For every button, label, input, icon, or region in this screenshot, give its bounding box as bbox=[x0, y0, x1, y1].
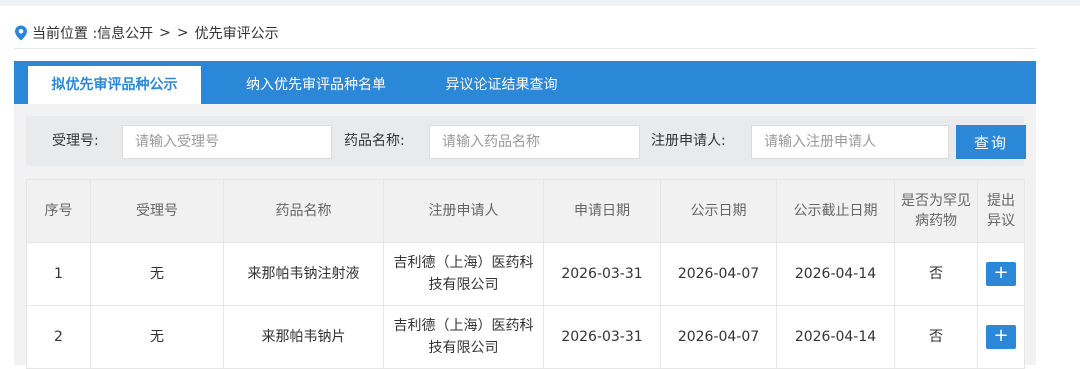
table-header-row: 序号 受理号 药品名称 注册申请人 申请日期 公示日期 公示截止日期 是否为罕见… bbox=[26, 179, 1025, 243]
location-pin-icon bbox=[14, 25, 28, 41]
results-table: 序号 受理号 药品名称 注册申请人 申请日期 公示日期 公示截止日期 是否为罕见… bbox=[26, 179, 1025, 369]
cell-publicity-date: 2026-04-07 bbox=[660, 242, 777, 306]
drug-name-input[interactable] bbox=[429, 125, 640, 159]
breadcrumb-label: 当前位置 : bbox=[32, 26, 98, 42]
breadcrumb-separator: > bbox=[176, 25, 189, 41]
col-header-applicant: 注册申请人 bbox=[383, 179, 544, 243]
cell-applicant: 吉利德（上海）医药科技有限公司 bbox=[383, 242, 544, 306]
cell-drug-name: 来那帕韦钠注射液 bbox=[223, 242, 384, 306]
breadcrumb-separator: > bbox=[159, 25, 171, 41]
applicant-label: 注册申请人: bbox=[651, 133, 726, 149]
col-header-publicity-deadline: 公示截止日期 bbox=[776, 179, 895, 243]
query-button[interactable]: 查询 bbox=[956, 125, 1026, 159]
col-header-publicity-date: 公示日期 bbox=[660, 179, 777, 243]
tab-bar: 拟优先审评品种公示 纳入优先审评品种名单 异议论证结果查询 bbox=[14, 61, 1036, 104]
cell-index: 1 bbox=[26, 242, 91, 306]
cell-index: 2 bbox=[26, 305, 91, 369]
results-table-wrap: 序号 受理号 药品名称 注册申请人 申请日期 公示日期 公示截止日期 是否为罕见… bbox=[26, 179, 1025, 369]
table-row: 2 无 来那帕韦钠片 吉利德（上海）医药科技有限公司 2026-03-31 20… bbox=[26, 305, 1025, 369]
cell-publicity-date: 2026-04-07 bbox=[660, 305, 777, 369]
search-bar: 受理号: 药品名称: 注册申请人: 查询 bbox=[26, 116, 1026, 166]
tab-proposed-priority-review[interactable]: 拟优先审评品种公示 bbox=[28, 66, 201, 104]
accept-number-label: 受理号: bbox=[52, 133, 99, 149]
divider bbox=[14, 48, 1036, 49]
add-objection-button[interactable]: + bbox=[986, 262, 1016, 286]
col-header-accept-number: 受理号 bbox=[90, 179, 224, 243]
top-band bbox=[0, 0, 1080, 6]
col-header-objection: 提出异议 bbox=[977, 179, 1025, 243]
col-header-rare-disease: 是否为罕见病药物 bbox=[894, 179, 978, 243]
cell-objection: + bbox=[977, 242, 1025, 306]
content-panel: 拟优先审评品种公示 纳入优先审评品种名单 异议论证结果查询 受理号: 药品名称:… bbox=[14, 61, 1036, 369]
cell-publicity-deadline: 2026-04-14 bbox=[776, 242, 895, 306]
col-header-apply-date: 申请日期 bbox=[543, 179, 661, 243]
cell-accept-number: 无 bbox=[90, 305, 224, 369]
cell-rare-disease: 否 bbox=[894, 242, 978, 306]
cell-rare-disease: 否 bbox=[894, 305, 978, 369]
tab-included-priority-review-list[interactable]: 纳入优先审评品种名单 bbox=[224, 66, 408, 104]
cell-apply-date: 2026-03-31 bbox=[543, 305, 661, 369]
breadcrumb-item-info[interactable]: 信息公开 bbox=[97, 23, 153, 43]
col-header-index: 序号 bbox=[26, 179, 91, 243]
drug-name-label: 药品名称: bbox=[344, 133, 405, 149]
cell-objection: + bbox=[977, 305, 1025, 369]
cell-publicity-deadline: 2026-04-14 bbox=[776, 305, 895, 369]
table-row: 1 无 来那帕韦钠注射液 吉利德（上海）医药科技有限公司 2026-03-31 … bbox=[26, 242, 1025, 306]
cell-apply-date: 2026-03-31 bbox=[543, 242, 661, 306]
cell-applicant: 吉利德（上海）医药科技有限公司 bbox=[383, 305, 544, 369]
cell-accept-number: 无 bbox=[90, 242, 224, 306]
accept-number-input[interactable] bbox=[122, 125, 332, 159]
col-header-drug-name: 药品名称 bbox=[223, 179, 384, 243]
breadcrumb: 当前位置 : 信息公开 > > 优先审评公示 bbox=[14, 24, 279, 42]
add-objection-button[interactable]: + bbox=[986, 325, 1016, 349]
tab-objection-result-query[interactable]: 异议论证结果查询 bbox=[424, 66, 579, 104]
breadcrumb-item-current: 优先审评公示 bbox=[194, 26, 279, 42]
cell-drug-name: 来那帕韦钠片 bbox=[223, 305, 384, 369]
applicant-input[interactable] bbox=[751, 125, 949, 159]
